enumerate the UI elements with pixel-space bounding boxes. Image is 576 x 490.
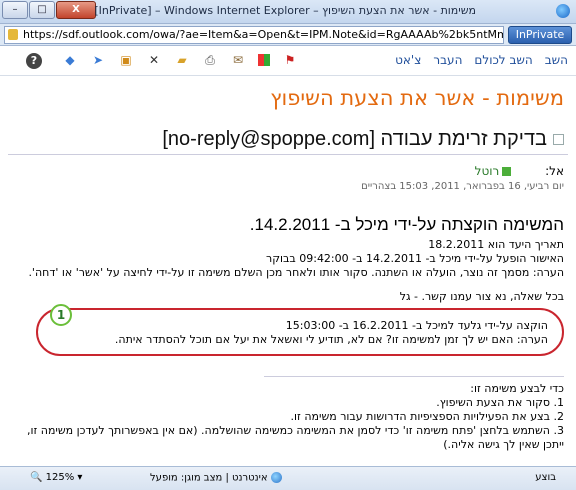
reply-all-link[interactable]: השב לכולם <box>474 53 532 67</box>
note-text: הערה: מסמך זה נוצר, הועלה או השתנה. סקור… <box>28 266 564 279</box>
flag-icon[interactable]: ⚑ <box>282 52 298 68</box>
security-zone[interactable]: אינטרנט | מצב מוגן: מופעל <box>150 472 282 484</box>
to-label: אל: <box>545 164 564 178</box>
message-subject: בדיקת זרימת עבודה [no-reply@spoppe.com] <box>162 128 564 151</box>
zoom-control[interactable]: 🔍 125% ▾ <box>30 472 82 483</box>
recipient-name[interactable]: רוטל <box>475 164 512 178</box>
reassigned-line: הוקצה על-ידי גלעד למיכל ב- 16.2.2011 ב- … <box>285 319 548 332</box>
subject-text: בדיקת זרימת עבודה [no-reply@spoppe.com] <box>162 128 547 150</box>
close-button[interactable]: X <box>56 1 96 19</box>
presence-icon <box>502 167 512 176</box>
maximize-button[interactable]: □ <box>29 1 55 19</box>
window-title: [InPrivate] – Windows Internet Explorer … <box>94 4 476 17</box>
approval-line: האישור הופעל על-ידי מיכל ב- 14.2.2011 ב-… <box>266 252 564 265</box>
divider <box>8 154 568 155</box>
lock-icon <box>8 29 18 40</box>
title-bar: – □ X [InPrivate] – Windows Internet Exp… <box>0 0 576 24</box>
zoom-icon: 🔍 <box>30 472 46 483</box>
status-bar: בוצע אינטרנט | מצב מוגן: מופעל 🔍 125% ▾ <box>0 466 576 490</box>
contact-line: בכל שאלה, נא צור עמנו קשר. - גל <box>399 290 564 303</box>
steps-title: כדי לבצע משימה זו: <box>470 382 564 395</box>
delete-icon[interactable]: ✕ <box>146 52 162 68</box>
chat-link[interactable]: צ'אט <box>395 53 421 67</box>
help-icon[interactable]: ? <box>26 53 42 69</box>
minimize-button[interactable]: – <box>2 1 28 19</box>
toolbar-icons: ◆ ➤ ▣ ✕ ▰ ⎙ ✉ ⚑ <box>62 52 298 68</box>
subject-checkbox[interactable] <box>553 134 564 146</box>
callout-marker: 1 <box>50 304 72 326</box>
zoom-level: 125% <box>45 472 75 483</box>
assign-icon[interactable]: ▣ <box>118 52 134 68</box>
inprivate-badge: InPrivate <box>508 26 572 44</box>
step-item: 1. סקור את הצעת השיפוץ. <box>436 396 564 409</box>
print-icon[interactable]: ⎙ <box>202 52 218 68</box>
open-folder-icon[interactable]: ▰ <box>174 52 190 68</box>
toolbar-links: השב השב לכולם העבר צ'אט <box>395 53 568 67</box>
toolbar: השב השב לכולם העבר צ'אט ? ◆ ➤ ▣ ✕ ▰ ⎙ ✉ … <box>0 46 576 76</box>
address-bar: https://sdf.outlook.com/owa/?ae=Item&a=O… <box>0 24 576 46</box>
ie-logo-icon <box>556 4 570 18</box>
move-icon[interactable]: ➤ <box>90 52 106 68</box>
reassignment-text: הוקצה על-ידי גלעד למיכל ב- 16.2.2011 ב- … <box>115 319 548 347</box>
task-steps: כדי לבצע משימה זו: 1. סקור את הצעת השיפו… <box>14 382 564 452</box>
meeting-icon[interactable]: ✉ <box>230 52 246 68</box>
due-date: תאריך היעד הוא 18.2.2011 <box>428 238 564 251</box>
message-icon[interactable]: ◆ <box>62 52 78 68</box>
status-text: בוצע <box>535 472 556 483</box>
message-pane: משימות - אשר את הצעת השיפוץ בדיקת זרימת … <box>0 76 576 466</box>
divider <box>264 376 564 377</box>
url-field[interactable]: https://sdf.outlook.com/owa/?ae=Item&a=O… <box>4 26 504 44</box>
task-heading: המשימה הוקצתה על-ידי מיכל ב- 14.2.2011. <box>249 215 564 234</box>
message-body: המשימה הוקצתה על-ידי מיכל ב- 14.2.2011. … <box>19 214 564 304</box>
categories-icon[interactable] <box>258 54 270 66</box>
step-item: 3. השתמש בלחצן 'פתח משימה זו' כדי לסמן א… <box>26 424 564 451</box>
window-controls: – □ X <box>2 1 96 19</box>
reply-link[interactable]: השב <box>545 53 568 67</box>
step-item: 2. בצע את הפעילויות הספציפיות הדרושות עב… <box>290 410 564 423</box>
url-text: https://sdf.outlook.com/owa/?ae=Item&a=O… <box>23 28 504 41</box>
reassign-note: הערה: האם יש לך זמן למשימה זו? אם לא, תו… <box>114 333 548 346</box>
forward-link[interactable]: העבר <box>433 53 462 67</box>
recipient-text: רוטל <box>474 164 500 178</box>
page-title: משימות - אשר את הצעת השיפוץ <box>270 86 564 110</box>
zone-text: אינטרנט | מצב מוגן: מופעל <box>150 472 268 484</box>
sent-date: יום רביעי, 16 בפברואר, 2011, 15:03 בצהרי… <box>361 181 564 192</box>
globe-icon <box>270 472 282 483</box>
to-row: אל: רוטל <box>475 164 564 178</box>
